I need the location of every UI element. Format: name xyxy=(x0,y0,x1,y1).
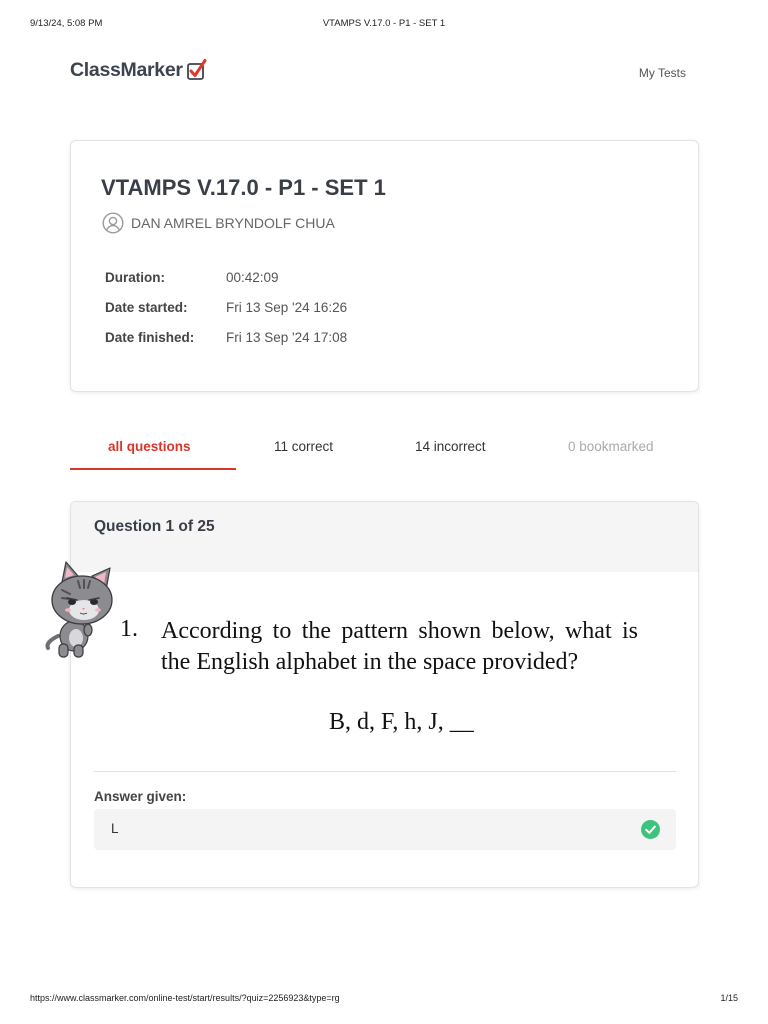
print-title: VTAMPS V.17.0 - P1 - SET 1 xyxy=(322,18,446,29)
duration-row: Duration: 00:42:09 xyxy=(105,270,279,285)
active-tab-indicator xyxy=(70,468,236,470)
date-started-value: Fri 13 Sep '24 16:26 xyxy=(226,300,348,315)
user-row: DAN AMREL BRYNDOLF CHUA xyxy=(102,212,335,234)
divider xyxy=(94,771,676,772)
answer-given-label: Answer given: xyxy=(94,789,187,804)
question-card: Question 1 of 25 1. According to the pat… xyxy=(70,501,699,888)
tab-all-questions[interactable]: all questions xyxy=(108,439,191,454)
question-counter: Question 1 of 25 xyxy=(94,518,215,535)
test-summary-card: VTAMPS V.17.0 - P1 - SET 1 DAN AMREL BRY… xyxy=(70,140,699,392)
my-tests-link[interactable]: My Tests xyxy=(639,66,686,80)
date-started-row: Date started: Fri 13 Sep '24 16:26 xyxy=(105,300,347,315)
date-started-label: Date started: xyxy=(105,300,188,315)
print-url: https://www.classmarker.com/online-test/… xyxy=(30,993,340,1003)
duration-label: Duration: xyxy=(105,270,165,285)
date-finished-value: Fri 13 Sep '24 17:08 xyxy=(226,330,348,345)
question-number: 1. xyxy=(120,616,138,642)
question-header: Question 1 of 25 xyxy=(71,502,698,572)
result-filter-tabs: all questions 11 correct 14 incorrect 0 … xyxy=(70,430,686,472)
print-footer: https://www.classmarker.com/online-test/… xyxy=(0,993,768,1007)
date-finished-label: Date finished: xyxy=(105,330,195,345)
cat-sticker-icon xyxy=(45,561,113,658)
tab-correct[interactable]: 11 correct xyxy=(274,439,333,454)
question-sequence: B, d, F, h, J, __ xyxy=(329,709,474,735)
top-bar: ClassMarker My Tests xyxy=(70,58,686,86)
correct-check-icon xyxy=(641,820,660,839)
classmarker-logo[interactable]: ClassMarker xyxy=(70,58,208,82)
user-avatar-icon xyxy=(102,212,124,234)
logo-text: ClassMarker xyxy=(70,58,183,81)
question-text: According to the pattern shown below, wh… xyxy=(161,618,638,675)
checkbox-check-icon xyxy=(186,59,207,80)
print-page-number: 1/15 xyxy=(720,993,738,1003)
answer-value: L xyxy=(111,821,119,836)
duration-value: 00:42:09 xyxy=(226,270,279,285)
print-header: 9/13/24, 5:08 PM VTAMPS V.17.0 - P1 - SE… xyxy=(0,18,768,32)
quiz-title: VTAMPS V.17.0 - P1 - SET 1 xyxy=(101,175,386,200)
tab-bookmarked[interactable]: 0 bookmarked xyxy=(568,439,654,454)
user-name: DAN AMREL BRYNDOLF CHUA xyxy=(131,215,335,231)
answer-given-box: L xyxy=(94,809,676,850)
tab-incorrect[interactable]: 14 incorrect xyxy=(415,439,486,454)
date-finished-row: Date finished: Fri 13 Sep '24 17:08 xyxy=(105,330,347,345)
